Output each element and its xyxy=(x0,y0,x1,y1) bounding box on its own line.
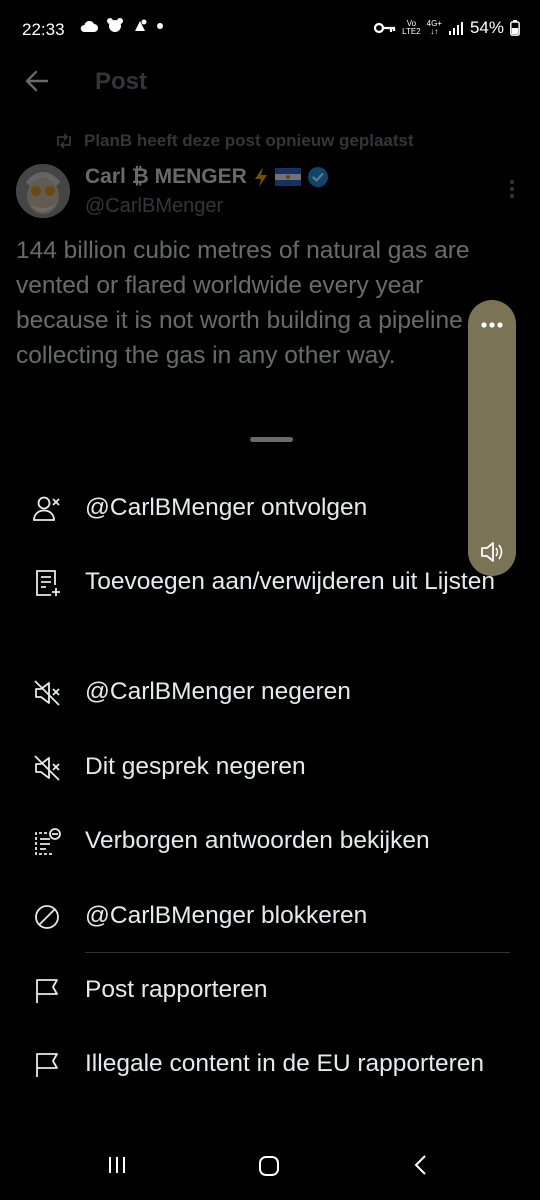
hidden-replies-icon xyxy=(32,827,62,857)
battery-percentage: 54% xyxy=(469,18,504,37)
page-title: Post xyxy=(95,68,148,95)
more-horizontal-icon xyxy=(481,322,503,328)
navigation-bar xyxy=(0,1140,540,1200)
repost-text: PlanB heeft deze post opnieuw geplaatst xyxy=(84,131,414,150)
app-notification-icon xyxy=(107,18,123,32)
repost-icon xyxy=(57,133,71,149)
unfollow-icon xyxy=(32,494,62,524)
recent-apps-icon xyxy=(109,1157,125,1173)
menu-item-label: Post rapporteren xyxy=(85,976,268,1003)
menu-divider xyxy=(85,952,510,953)
more-notifications-dot-icon xyxy=(157,23,163,29)
vpn-key-icon xyxy=(374,22,396,34)
lightning-emoji-icon xyxy=(254,167,267,187)
home-icon xyxy=(259,1156,279,1176)
app-notification-icon-2 xyxy=(135,19,147,31)
signal-icon xyxy=(448,22,463,35)
menu-item-label: Illegale content in de EU rapporteren xyxy=(85,1050,485,1077)
network-indicator: 4G+ ↓↑ xyxy=(426,19,442,36)
recent-apps-button[interactable] xyxy=(106,1154,128,1181)
post-more-button[interactable] xyxy=(508,178,516,205)
menu-item-label: Verborgen antwoorden bekijken xyxy=(85,827,430,854)
menu-item-label: Dit gesprek negeren xyxy=(85,753,306,780)
block-icon xyxy=(32,902,62,932)
clock: 22:33 xyxy=(22,20,65,39)
back-nav-button[interactable] xyxy=(410,1154,432,1181)
menu-item-label: @CarlBMenger blokkeren xyxy=(85,902,368,929)
cloud-icon xyxy=(80,20,98,32)
more-vertical-icon xyxy=(510,180,514,198)
flag-el-salvador-icon xyxy=(274,168,301,186)
back-chevron-icon xyxy=(414,1155,426,1175)
post-header: Post xyxy=(0,62,540,106)
avatar-illustration-icon xyxy=(16,164,70,218)
list-add-icon xyxy=(32,568,62,598)
battery-icon xyxy=(510,20,520,36)
volume-settings-button[interactable] xyxy=(480,316,504,334)
options-sheet xyxy=(0,418,540,1200)
sheet-drag-handle[interactable] xyxy=(250,437,293,442)
author-handle[interactable]: @CarlBMenger xyxy=(85,195,223,218)
menu-item-label: @CarlBMenger ontvolgen xyxy=(85,494,368,521)
avatar[interactable] xyxy=(16,164,70,218)
volume-panel[interactable] xyxy=(468,300,516,576)
menu-item-label: Toevoegen aan/verwijderen uit Lijsten xyxy=(85,568,495,595)
volte-indicator: Vo LTE2 xyxy=(402,19,421,36)
repost-indicator[interactable]: PlanB heeft deze post opnieuw geplaatst xyxy=(54,131,414,151)
back-arrow-icon xyxy=(25,70,49,92)
system-icons: Vo LTE2 4G+ ↓↑ 54% xyxy=(374,18,520,38)
author-name-row[interactable]: Carl ₿ MENGER xyxy=(85,165,329,189)
mute-icon xyxy=(32,753,62,783)
tweet-text: 144 billion cubic metres of natural gas … xyxy=(16,237,492,369)
notification-icons xyxy=(80,18,164,34)
mute-icon xyxy=(32,678,62,708)
verified-badge-icon xyxy=(307,167,328,187)
back-button[interactable] xyxy=(24,68,50,99)
home-button[interactable] xyxy=(257,1154,281,1183)
menu-item-label: @CarlBMenger negeren xyxy=(85,678,351,705)
volume-mute-toggle[interactable] xyxy=(479,539,505,570)
flag-icon xyxy=(32,1050,62,1080)
status-bar: 22:33 Vo LTE2 4G+ ↓↑ 54% xyxy=(0,0,540,62)
speaker-icon xyxy=(481,542,503,562)
author-name: Carl ₿ MENGER xyxy=(85,165,247,188)
flag-icon xyxy=(32,976,62,1006)
